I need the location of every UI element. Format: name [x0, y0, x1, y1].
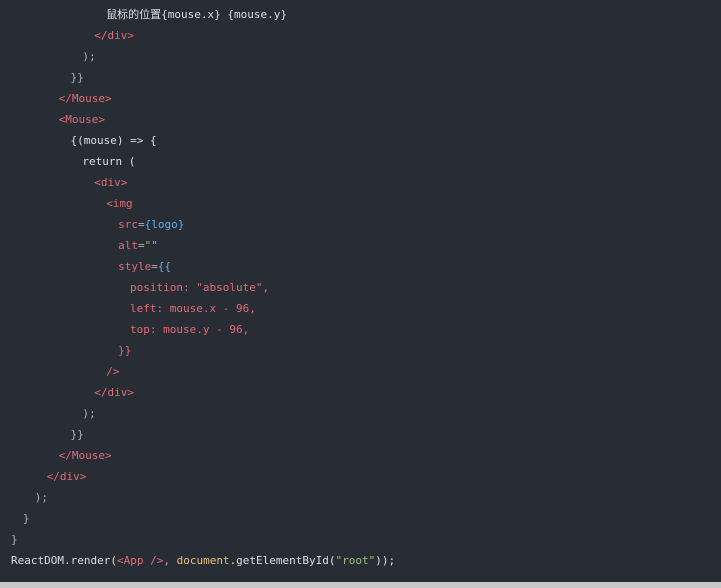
code-line: ReactDOM.render(<App />, document.getEle… [11, 550, 395, 571]
code-token: .getElementById( [229, 554, 336, 567]
code-token: </div> [46, 470, 87, 483]
code-line: <Mouse> [59, 109, 105, 130]
code-line: </Mouse> [59, 88, 112, 109]
code-line: left: mouse.x - 96, [130, 298, 256, 319]
code-line: }} [118, 340, 131, 361]
code-token: }} [70, 71, 84, 84]
code-token: document [176, 554, 230, 567]
code-token: }} [70, 428, 84, 441]
code-line: /> [106, 361, 119, 382]
code-line: ); [82, 46, 95, 67]
code-token: <Mouse> [58, 113, 105, 126]
code-token: ); [34, 491, 49, 504]
code-token: = [137, 218, 145, 231]
horizontal-scrollbar-track[interactable] [0, 582, 721, 588]
code-token: }} [118, 344, 132, 357]
code-token: return ( [82, 155, 136, 168]
code-token: ); [82, 407, 96, 420]
code-token: )); [375, 554, 396, 567]
code-token: </div> [94, 386, 135, 399]
code-line: <div> [94, 172, 127, 193]
code-token: <div> [94, 176, 128, 189]
code-line: }} [71, 67, 84, 88]
code-token: "root" [335, 554, 376, 567]
code-token: = [137, 239, 145, 252]
code-line: {(mouse) => { [71, 130, 157, 151]
code-line: top: mouse.y - 96, [130, 319, 249, 340]
code-token: </Mouse> [58, 449, 112, 462]
code-line: </Mouse> [59, 445, 112, 466]
code-token: src [118, 218, 138, 231]
code-token: {{ [157, 260, 172, 273]
code-line: ); [82, 403, 95, 424]
code-line: 鼠标的位置{mouse.x} {mouse.y} [106, 4, 287, 25]
code-line: return ( [82, 151, 135, 172]
code-token: {logo} [144, 218, 185, 231]
code-block: 鼠标的位置{mouse.x} {mouse.y} </div>);}} </Mous… [0, 0, 721, 588]
code-line: position: "absolute", [130, 277, 269, 298]
code-token: <App /> [116, 554, 164, 567]
code-token: <img [106, 197, 133, 210]
code-line: </div> [47, 466, 87, 487]
code-token: </div> [94, 29, 135, 42]
code-token: </Mouse> [58, 92, 112, 105]
code-line: } [23, 508, 30, 529]
code-line: } [11, 529, 18, 550]
code-line: </div> [94, 382, 134, 403]
code-token: alt [118, 239, 138, 252]
code-token: style [118, 260, 152, 273]
code-token: top: mouse.y - 96, [130, 323, 250, 336]
code-token: "" [144, 239, 158, 252]
code-token: = [151, 260, 158, 273]
code-line: <img [106, 193, 133, 214]
code-token: } [22, 512, 30, 525]
code-line: </div> [94, 25, 134, 46]
code-line: style={{ [118, 256, 171, 277]
code-token: , [163, 554, 177, 567]
code-token: {(mouse) => { [70, 134, 157, 147]
code-token: } [11, 533, 18, 546]
code-token: /> [106, 365, 120, 378]
code-token: ReactDOM.render( [11, 554, 117, 567]
code-line: alt="" [118, 235, 158, 256]
code-token: ); [82, 50, 96, 63]
code-line: src={logo} [118, 214, 184, 235]
code-token: 鼠标的位置{mouse.x} {mouse.y} [106, 8, 288, 21]
code-token: left: mouse.x - 96, [130, 302, 256, 315]
code-line: ); [35, 487, 48, 508]
code-line: }} [71, 424, 84, 445]
code-token: position: "absolute", [130, 281, 270, 294]
